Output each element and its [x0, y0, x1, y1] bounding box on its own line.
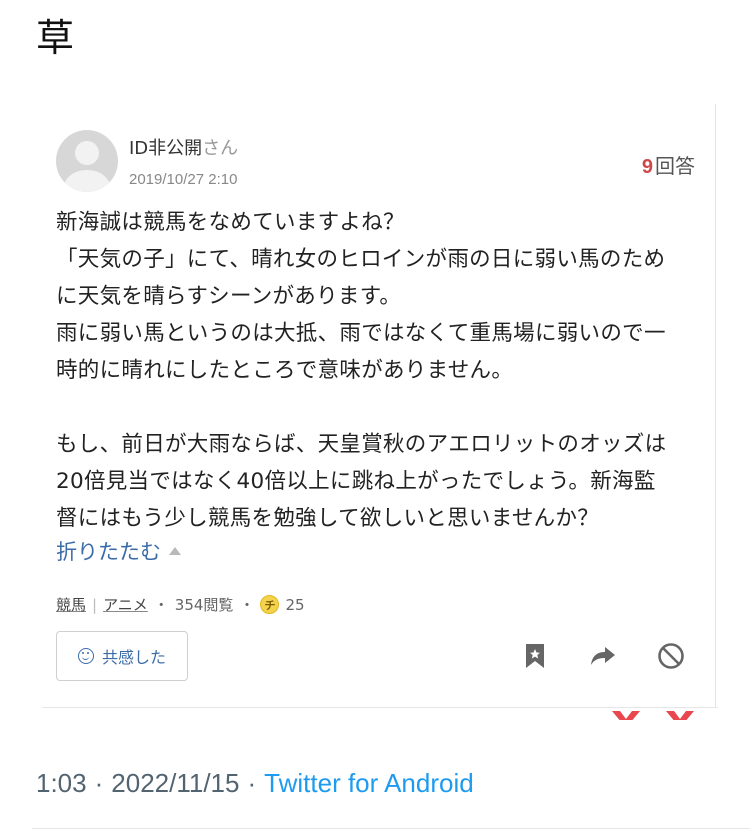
post-date: 2019/10/27 2:10 [129, 171, 238, 188]
bookmark-icon [526, 644, 544, 668]
block-button[interactable] [656, 641, 686, 671]
meta-dot: · [247, 768, 257, 798]
user-id-label: ID非公開 [129, 138, 203, 159]
question-card: ID非公開さん 2019/10/27 2:10 9 回答 新海誠は競馬をなめていま… [36, 104, 716, 708]
tweet-meta: 1:03 · 2022/11/15 · Twitter for Android [36, 768, 474, 799]
smile-icon [77, 648, 94, 664]
bookmark-button[interactable] [520, 641, 550, 671]
tweet-text: 草 [36, 16, 75, 60]
agree-button[interactable]: 共感した [56, 631, 188, 681]
question-line: 「天気の子」にて、晴れ女のヒロインが雨の日に弱い馬のため [56, 247, 666, 272]
collapse-label: 折りたたむ [56, 540, 161, 564]
meta-bullet: ・ [153, 596, 169, 614]
tweet-source-link[interactable]: Twitter for Android [264, 768, 474, 799]
category-tag-anime[interactable]: アニメ [103, 594, 148, 615]
category-tag-keiba[interactable]: 競馬 [56, 594, 86, 615]
tag-separator: | [92, 595, 98, 614]
avatar-head [75, 141, 99, 165]
question-meta: 競馬 | アニメ ・ 354閲覧 ・ チ 25 [56, 594, 305, 615]
question-line: 新海誠は競馬をなめていますよね？ [56, 210, 405, 235]
question-line: 督にはもう少し競馬を勉強して欲しいと思いませんか？ [56, 506, 600, 531]
collapse-button[interactable]: 折りたたむ [56, 536, 181, 566]
meta-dot: · [94, 768, 104, 798]
logo-fragment [610, 708, 696, 720]
question-line: 雨に弱い馬というのは大抵、雨ではなくて重馬場に弱いので一 [56, 321, 666, 346]
avatar[interactable] [56, 130, 118, 192]
answer-count[interactable]: 9 回答 [642, 150, 695, 179]
question-line: もし、前日が大雨ならば、天皇賞秋のアエロリットのオッズは [56, 432, 667, 457]
logo-fragment-shape [612, 711, 694, 720]
share-button[interactable] [588, 641, 618, 671]
agree-label: 共感した [101, 648, 166, 667]
question-line: 時的に晴れにしたところで意味がありません。 [56, 358, 514, 383]
user-suffix: さん [202, 138, 239, 159]
coin-count: 25 [285, 595, 305, 614]
view-count: 354閲覧 [174, 596, 234, 614]
share-arrow-icon [591, 647, 615, 665]
coin-icon: チ [260, 595, 280, 614]
tweet-date[interactable]: 2022/11/15 [111, 768, 239, 799]
question-line: 20倍見当ではなく40倍以上に跳ね上がったでしょう。新海監 [56, 469, 656, 494]
block-icon [658, 643, 684, 669]
user-name[interactable]: ID非公開さん [129, 134, 238, 160]
meta-bullet: ・ [239, 596, 255, 614]
answer-count-number: 9 [641, 156, 653, 178]
answer-count-label: 回答 [655, 154, 695, 178]
tweet-time[interactable]: 1:03 [36, 768, 87, 799]
caret-up-icon [169, 547, 181, 555]
avatar-body [64, 170, 110, 192]
question-line: に天気を晴らすシーンがあります。 [56, 284, 402, 309]
bottom-divider [32, 828, 750, 829]
question-body: 新海誠は競馬をなめていますよね？ 「天気の子」にて、晴れ女のヒロインが雨の日に弱… [56, 204, 706, 537]
